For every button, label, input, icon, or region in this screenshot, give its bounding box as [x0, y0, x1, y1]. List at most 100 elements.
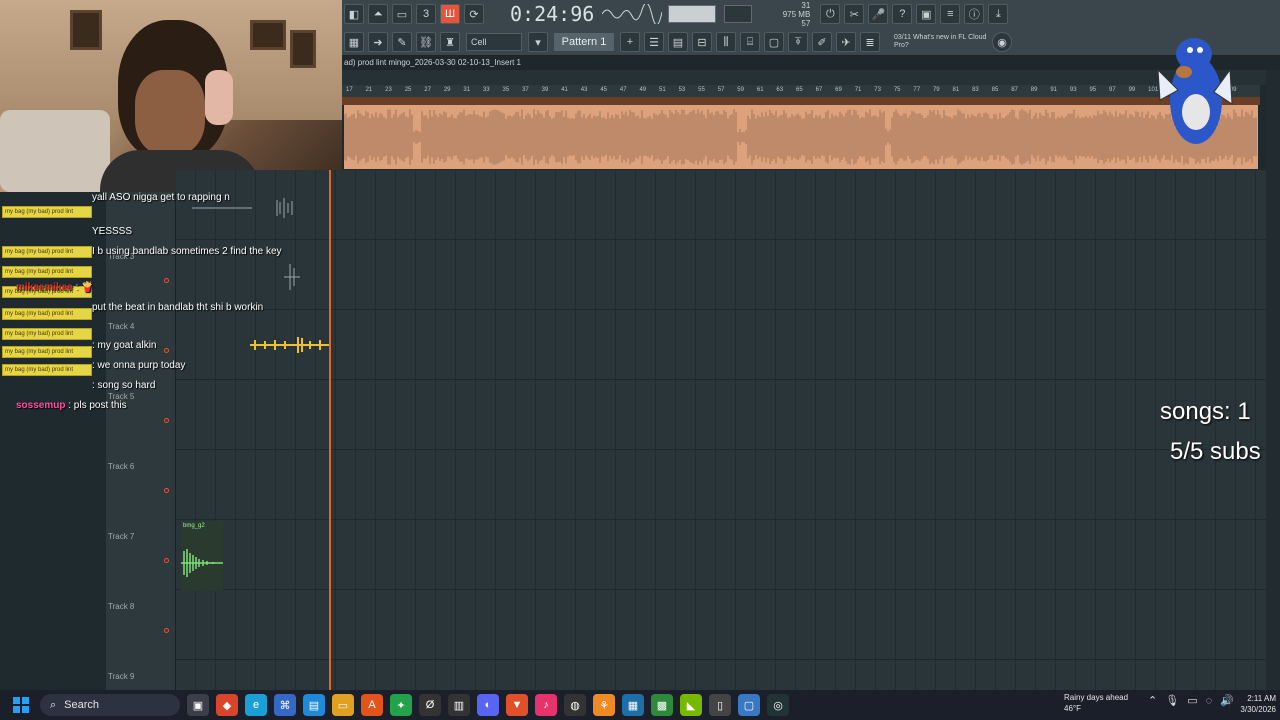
fl-studio-icon[interactable]: ⚘: [593, 694, 615, 716]
pat-song-toggle[interactable]: ◧: [344, 4, 364, 24]
toolbar-row-tools: ▦ ➜ ✎ ⛓ ♜ Cell ▾ Pattern 1 + ☰ ▤ ⊟ ⫼ ⌸ ▢…: [342, 28, 1280, 56]
track-label[interactable]: Track 8: [108, 602, 134, 611]
track-label[interactable]: Track 9: [108, 672, 134, 681]
playlist-title-bar[interactable]: ad) prod lint mingo_2026-03-30 02-10-13_…: [342, 56, 1280, 70]
windows-start-icon[interactable]: [10, 694, 32, 716]
playlist-area[interactable]: [176, 170, 1266, 690]
tools-icon[interactable]: ✂: [844, 4, 865, 24]
chat-text: : 🍟: [72, 282, 94, 293]
track-label[interactable]: Track 6: [108, 462, 134, 471]
taskbar-search[interactable]: ⌕ Search: [40, 694, 180, 716]
save-icon[interactable]: ▣: [916, 4, 937, 24]
game-icon[interactable]: ✦: [390, 694, 412, 716]
clipboard-icon[interactable]: ▢: [764, 32, 784, 52]
loop-record-icon[interactable]: ⟳: [464, 4, 484, 24]
sound-icon[interactable]: ≣: [860, 32, 880, 52]
ruler-mark: 51: [659, 87, 666, 93]
nvidia-icon[interactable]: ◣: [680, 694, 702, 716]
power-icon[interactable]: ⏻: [820, 4, 841, 24]
ruler-mark: 41: [561, 87, 568, 93]
excel-icon[interactable]: ▩: [651, 694, 673, 716]
cpu-graph: [724, 5, 753, 23]
track-mute-dot[interactable]: [164, 488, 169, 493]
track-mute-dot[interactable]: [164, 558, 169, 563]
file-icon[interactable]: ▯: [709, 694, 731, 716]
network-icon[interactable]: ◌: [1206, 695, 1213, 707]
weather-widget[interactable]: Rainy days ahead 46°F: [1040, 692, 1140, 718]
piano-icon[interactable]: ▦: [344, 32, 364, 52]
pencil-icon[interactable]: ✎: [392, 32, 412, 52]
chevron-up-icon[interactable]: ⌃: [1148, 694, 1157, 707]
record-mode-icon[interactable]: Ш: [440, 4, 460, 24]
ruler-mark: 63: [776, 87, 784, 93]
timeline-ruler[interactable]: 17 21 23 25 27 29 31 33 35 37 39 41 43 45 47 49 51 53 55 57…: [342, 85, 1260, 97]
vertical-scrollbar[interactable]: [1266, 70, 1280, 690]
countdown-icon[interactable]: 3: [416, 4, 436, 24]
info-icon[interactable]: ⓘ: [964, 4, 985, 24]
audio-clip-main[interactable]: [344, 105, 1258, 169]
help-icon[interactable]: ?: [892, 4, 913, 24]
stamp-icon[interactable]: ♜: [440, 32, 460, 52]
browser-icon[interactable]: ⌸: [740, 32, 760, 52]
brush-icon[interactable]: ✐: [812, 32, 832, 52]
ableton-icon[interactable]: Ø: [419, 694, 441, 716]
piano-app-icon[interactable]: ▥: [448, 694, 470, 716]
wait-icon[interactable]: ▭: [392, 4, 412, 24]
chevron-down-icon[interactable]: ▾: [528, 32, 548, 52]
explorer-icon[interactable]: ▦: [622, 694, 644, 716]
mixer-icon[interactable]: ≡: [940, 4, 961, 24]
marker-strip[interactable]: [342, 97, 1260, 105]
ruler-mark: 67: [815, 87, 823, 93]
chat-message: yall ASO nigga get to rapping n: [92, 192, 230, 203]
arrow-right-icon[interactable]: ➜: [368, 32, 388, 52]
link-icon[interactable]: ⛓: [416, 32, 436, 52]
store-icon[interactable]: ▤: [303, 694, 325, 716]
mic-icon[interactable]: 🎤: [868, 4, 889, 24]
tiktok-icon[interactable]: ♪: [535, 694, 557, 716]
ruler-mark: 45: [600, 87, 608, 93]
track-mute-dot[interactable]: [164, 628, 169, 633]
download-icon[interactable]: ⤓: [988, 4, 1009, 24]
piano-roll-icon[interactable]: ⊟: [692, 32, 712, 52]
edge-icon[interactable]: e: [245, 694, 267, 716]
folder-icon[interactable]: ▭: [332, 694, 354, 716]
plugin-icon[interactable]: ⍕: [788, 32, 808, 52]
display-icon[interactable]: ▭: [1187, 694, 1197, 707]
steam-icon[interactable]: ◎: [767, 694, 789, 716]
office-icon[interactable]: A: [361, 694, 383, 716]
news-panel[interactable]: 03/11 What's new in FL Cloud Pro?: [894, 34, 990, 50]
mixer-window-icon[interactable]: ⫼: [716, 32, 736, 52]
mascot-image: [1157, 38, 1233, 144]
vscode-icon[interactable]: ⌘: [274, 694, 296, 716]
ruler-mark: 33: [482, 87, 490, 93]
obs-icon[interactable]: ◍: [564, 694, 586, 716]
clip-track7[interactable]: bmg_g2: [181, 521, 223, 591]
desktop: ◧ ⏶ ▭ 3 Ш ⟳ 0:24:96 31 975 MB 57 ⏻ ✂ 🎤 ?…: [0, 0, 1280, 720]
chat-badge: my bag (my bad) prod lint: [2, 266, 92, 278]
mic-tray-icon[interactable]: 🎙: [1165, 694, 1179, 707]
ruler-mark: 17: [346, 87, 353, 93]
task-view-icon[interactable]: ▣: [187, 694, 209, 716]
snap-select[interactable]: Cell: [466, 33, 522, 51]
ruler-mark: 59: [737, 87, 744, 93]
news-date: 03/11: [894, 34, 911, 41]
playhead[interactable]: [329, 170, 331, 690]
track-label[interactable]: Track 7: [108, 532, 134, 541]
discord-icon[interactable]: ◐: [477, 694, 499, 716]
window-icon[interactable]: ▢: [738, 694, 760, 716]
system-clock[interactable]: 2:11 AM 3/30/2026: [1222, 693, 1276, 715]
chat-username[interactable]: mikeemikee: [16, 282, 73, 293]
chat-badge: my bag (my bad) prod lint: [2, 364, 92, 376]
airplane-icon[interactable]: ✈: [836, 32, 856, 52]
channel-rack-icon[interactable]: ▤: [668, 32, 688, 52]
app-icon[interactable]: ◆: [216, 694, 238, 716]
pattern-selector[interactable]: Pattern 1: [554, 33, 614, 51]
globe-icon[interactable]: ◉: [992, 32, 1012, 52]
weather-temp: 46°F: [1064, 704, 1081, 713]
chat-username[interactable]: sossemup: [16, 400, 65, 411]
windows-taskbar: ⌕ Search ▣ ◆ e ⌘ ▤ ▭ A ✦ Ø ▥ ◐ ▼ ♪ ◍ ⚘ ▦…: [0, 690, 1280, 720]
add-pattern-icon[interactable]: +: [620, 32, 640, 52]
metronome-icon[interactable]: ⏶: [368, 4, 388, 24]
brave-icon[interactable]: ▼: [506, 694, 528, 716]
playlist-icon[interactable]: ☰: [644, 32, 664, 52]
